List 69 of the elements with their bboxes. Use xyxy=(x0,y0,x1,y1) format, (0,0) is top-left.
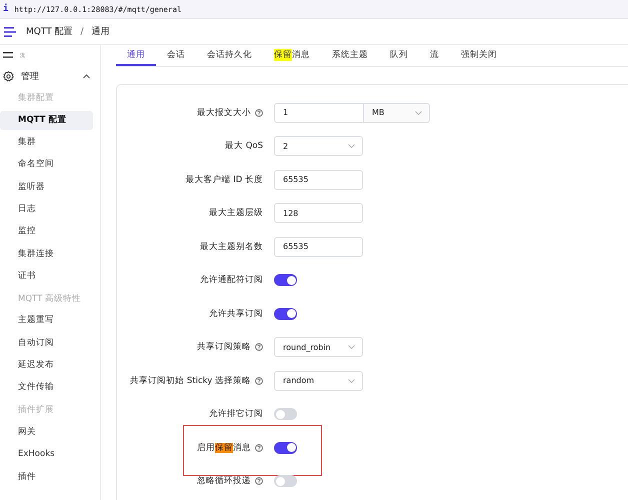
field-label: 最大 QoS xyxy=(225,140,263,152)
input-field[interactable]: 65535 xyxy=(274,236,363,257)
breadcrumb-separator: / xyxy=(80,26,84,36)
sidebar-item[interactable]: 主题重写 xyxy=(0,311,93,330)
toggle-switch[interactable] xyxy=(274,308,297,320)
toggle-switch[interactable] xyxy=(274,408,297,420)
info-icon: i xyxy=(3,4,8,14)
sidebar-item[interactable]: 监听器 xyxy=(0,178,93,197)
sidebar-item[interactable]: 监控 xyxy=(0,222,93,242)
sidebar-item[interactable]: 命名空间 xyxy=(0,155,93,174)
input-field[interactable]: 65535 xyxy=(274,170,363,190)
sidebar-item[interactable]: 自动订阅 xyxy=(0,334,93,353)
tab[interactable]: 会话持久化 xyxy=(196,45,263,66)
chevron-down-icon xyxy=(415,110,422,115)
select-field[interactable]: round_robin xyxy=(274,337,363,358)
sidebar-item[interactable]: 插件 xyxy=(0,468,93,487)
chevron-down-icon xyxy=(348,378,355,383)
field-label: 允许排它订阅 xyxy=(209,408,263,420)
sidebar-item[interactable]: 证书 xyxy=(0,266,93,286)
sidebar-group-label: MQTT 高级特性 xyxy=(17,292,82,306)
stream-icon xyxy=(3,52,13,58)
sidebar-group-label: 插件扩展 xyxy=(17,404,55,418)
sidebar-group-label: 集群配置 xyxy=(17,92,55,105)
tab[interactable]: 系统主题 xyxy=(321,45,379,66)
field-label: 允许通配符订阅 xyxy=(200,274,263,286)
help-icon[interactable] xyxy=(255,343,263,352)
chevron-down-icon xyxy=(348,345,355,350)
field-label: 共享订阅策略 xyxy=(197,341,251,354)
tab[interactable]: 通用 xyxy=(116,45,156,66)
gear-icon xyxy=(3,70,14,82)
sidebar-item[interactable]: MQTT 配置 xyxy=(0,110,93,130)
tab[interactable]: 保留消息 xyxy=(263,45,321,66)
sidebar-item[interactable]: 延迟发布 xyxy=(0,356,93,376)
field-label: 忽略循环投递 xyxy=(197,475,251,488)
field-label: 最大客户端 ID 长度 xyxy=(186,174,263,186)
select-field[interactable]: 2 xyxy=(274,136,363,156)
field-label: 最大主题层级 xyxy=(209,207,263,220)
help-icon[interactable] xyxy=(255,376,263,385)
field-label: 允许共享订阅 xyxy=(209,308,263,320)
tab[interactable]: 流 xyxy=(419,45,450,66)
field-label: 最大报文大小 xyxy=(197,106,251,119)
sidebar-section[interactable]: 管理 xyxy=(0,65,100,87)
tab[interactable]: 队列 xyxy=(379,45,419,66)
chevron-down-icon xyxy=(348,144,355,148)
breadcrumb-item[interactable]: 通用 xyxy=(92,25,110,38)
input-field[interactable]: 128 xyxy=(274,203,363,224)
tab[interactable]: 强制关闭 xyxy=(450,45,508,66)
toggle-switch[interactable] xyxy=(274,475,297,488)
field-label: 共享订阅初始 Sticky 选择策略 xyxy=(130,374,251,387)
toggle-switch[interactable] xyxy=(274,274,297,286)
sidebar-item[interactable]: ExHooks xyxy=(0,445,93,464)
help-icon[interactable] xyxy=(255,444,263,452)
chevron-up-icon xyxy=(83,74,90,78)
field-label: 启用保留消息 xyxy=(197,442,251,454)
sidebar-item[interactable]: 集群 xyxy=(0,133,93,152)
sidebar-item[interactable]: 文件传输 xyxy=(0,378,93,398)
sidebar-item[interactable]: 集群连接 xyxy=(0,244,93,264)
field-label: 最大主题别名数 xyxy=(200,240,263,253)
tab[interactable]: 会话 xyxy=(156,45,196,66)
select-field[interactable]: random xyxy=(274,370,363,391)
menu-icon[interactable] xyxy=(4,26,16,36)
sidebar-item[interactable]: 日志 xyxy=(0,200,93,219)
input-field[interactable]: 1 xyxy=(274,102,364,123)
help-icon[interactable] xyxy=(255,477,263,486)
sidebar-item[interactable]: 网关 xyxy=(0,422,93,442)
toggle-switch[interactable] xyxy=(274,442,297,454)
help-icon[interactable] xyxy=(255,108,263,117)
breadcrumb-item[interactable]: MQTT 配置 xyxy=(26,25,73,38)
unit-select[interactable]: MB xyxy=(364,102,430,123)
